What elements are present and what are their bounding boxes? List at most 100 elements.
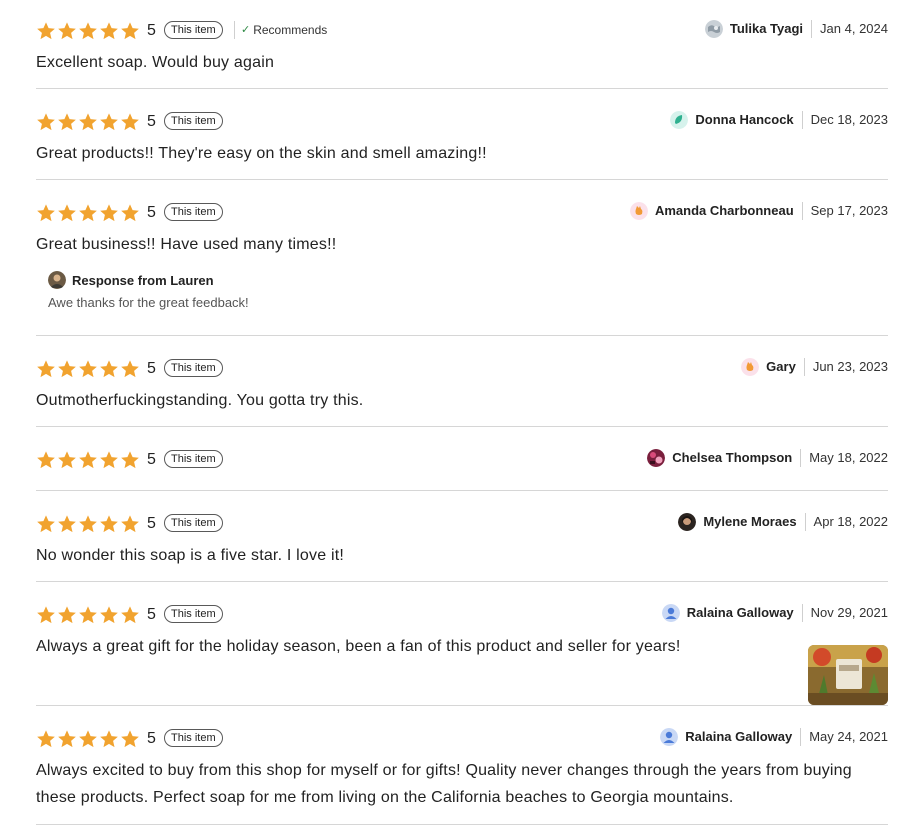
star-icon (99, 450, 119, 470)
star-rating (36, 514, 140, 534)
star-icon (99, 203, 119, 223)
star-icon (78, 21, 98, 41)
star-icon (99, 605, 119, 625)
gray-map-avatar-icon[interactable] (704, 20, 723, 38)
review-header: 5 This item Mylene Moraes Apr 18, 2022 (36, 513, 888, 537)
star-rating (36, 112, 140, 132)
response-header: Response from Lauren (48, 270, 888, 290)
response-text: Awe thanks for the great feedback! (48, 295, 249, 310)
this-item-badge: This item (164, 203, 223, 221)
rating-value: 5 (147, 113, 156, 130)
review-item: 5 This item Chelsea Thompson May 18, 202… (36, 449, 888, 491)
star-icon (120, 450, 140, 470)
review-item: 5 This item ✓ Recommends Tulika Tyagi Ja… (36, 20, 888, 89)
review-meta: Chelsea Thompson May 18, 2022 (647, 447, 888, 469)
star-rating (36, 359, 140, 379)
this-item-badge: This item (164, 359, 223, 377)
star-icon (57, 605, 77, 625)
blue-person-avatar-icon[interactable] (661, 604, 680, 622)
review-date: Dec 18, 2023 (810, 112, 888, 127)
star-icon (120, 514, 140, 534)
photo-avatar-icon[interactable] (678, 513, 697, 531)
review-meta: Mylene Moraes Apr 18, 2022 (678, 511, 888, 533)
this-item-badge: This item (164, 729, 223, 747)
reviewer-name[interactable]: Ralaina Galloway (685, 728, 802, 746)
star-icon (78, 729, 98, 749)
review-text: Outmotherfuckingstanding. You gotta try … (36, 392, 364, 409)
rating-value: 5 (147, 451, 156, 468)
this-item-badge: This item (164, 605, 223, 623)
orange-hand-avatar-icon[interactable] (741, 358, 760, 376)
photo-avatar-icon[interactable] (647, 449, 666, 467)
reviewer-name[interactable]: Gary (766, 358, 805, 376)
star-icon (57, 112, 77, 132)
star-icon (36, 21, 56, 41)
review-header: 5 This item Gary Jun 23, 2023 (36, 358, 888, 382)
review-item: 5 This item Gary Jun 23, 2023 Outmotherf… (36, 358, 888, 427)
star-icon (57, 514, 77, 534)
star-icon (36, 605, 56, 625)
review-header: 5 This item Chelsea Thompson May 18, 202… (36, 449, 888, 473)
review-item: 5 This item Ralaina Galloway May 24, 202… (36, 728, 888, 825)
review-photo-icon[interactable] (808, 645, 888, 705)
rating-value: 5 (147, 360, 156, 377)
star-icon (36, 729, 56, 749)
rating-value: 5 (147, 515, 156, 532)
reviewer-name[interactable]: Mylene Moraes (703, 513, 806, 531)
star-rating (36, 21, 140, 41)
star-icon (120, 729, 140, 749)
review-meta: Ralaina Galloway May 24, 2021 (660, 726, 888, 748)
star-icon (78, 203, 98, 223)
review-item: 5 This item Mylene Moraes Apr 18, 2022 N… (36, 513, 888, 582)
review-header: 5 This item Donna Hancock Dec 18, 2023 (36, 111, 888, 135)
seller-response: Response from Lauren Awe thanks for the … (48, 270, 888, 310)
star-icon (99, 359, 119, 379)
star-icon (99, 21, 119, 41)
response-title: Response from Lauren (72, 272, 214, 288)
star-icon (99, 514, 119, 534)
review-text: Excellent soap. Would buy again (36, 54, 275, 71)
reviewer-name[interactable]: Amanda Charbonneau (655, 202, 803, 220)
star-icon (36, 112, 56, 132)
rating-value: 5 (147, 730, 156, 747)
this-item-badge: This item (164, 514, 223, 532)
star-icon (78, 605, 98, 625)
star-rating (36, 729, 140, 749)
blue-person-avatar-icon[interactable] (660, 728, 679, 746)
review-text: Always excited to buy from this shop for… (36, 762, 852, 806)
star-icon (120, 203, 140, 223)
review-date: Jan 4, 2024 (820, 21, 888, 36)
star-rating (36, 450, 140, 470)
check-icon: ✓ (241, 24, 251, 36)
review-date: Apr 18, 2022 (813, 514, 888, 529)
star-icon (120, 359, 140, 379)
this-item-badge: This item (164, 112, 223, 130)
orange-hand-avatar-icon[interactable] (629, 202, 648, 220)
reviewer-name[interactable]: Ralaina Galloway (687, 604, 803, 622)
this-item-badge: This item (164, 450, 223, 468)
star-icon (36, 450, 56, 470)
star-icon (120, 605, 140, 625)
star-icon (57, 729, 77, 749)
this-item-badge: This item (164, 21, 223, 39)
teal-leaf-avatar-icon[interactable] (670, 111, 689, 129)
reviewer-name[interactable]: Chelsea Thompson (672, 449, 802, 467)
star-icon (57, 450, 77, 470)
star-icon (36, 359, 56, 379)
rating-value: 5 (147, 204, 156, 221)
star-icon (57, 359, 77, 379)
reviewer-name[interactable]: Tulika Tyagi (730, 20, 813, 38)
review-meta: Tulika Tyagi Jan 4, 2024 (704, 18, 888, 40)
recommends-badge: ✓ Recommends (234, 21, 327, 39)
review-date: May 24, 2021 (809, 729, 888, 744)
review-header: 5 This item Amanda Charbonneau Sep 17, 2… (36, 202, 888, 226)
review-date: Jun 23, 2023 (812, 359, 888, 374)
review-text: Great products!! They're easy on the ski… (36, 145, 487, 162)
star-rating (36, 203, 140, 223)
reviewer-name[interactable]: Donna Hancock (695, 111, 803, 129)
review-item: 5 This item Ralaina Galloway Nov 29, 202… (36, 604, 888, 706)
star-icon (57, 21, 77, 41)
star-icon (120, 21, 140, 41)
review-meta: Ralaina Galloway Nov 29, 2021 (661, 602, 888, 624)
star-icon (99, 112, 119, 132)
